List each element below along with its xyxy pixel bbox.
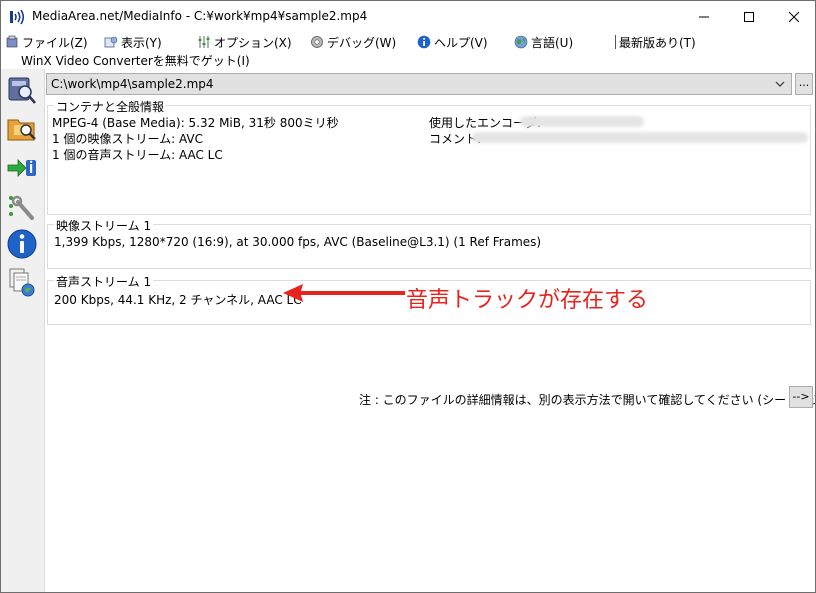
sponsor-link[interactable]: WinX Video Converterを無料でゲット(I) bbox=[21, 52, 250, 69]
video-stream-details: 1,399 Kbps, 1280*720 (16:9), at 30.000 f… bbox=[54, 235, 542, 249]
audio-stream-title: 音声ストリーム 1 bbox=[54, 273, 154, 290]
close-icon bbox=[789, 11, 799, 22]
menu-language[interactable]: 言語(U) bbox=[514, 33, 573, 51]
annotation-label: 音声トラックが存在する bbox=[406, 288, 649, 313]
globe-icon bbox=[514, 35, 528, 49]
open-file-button[interactable] bbox=[5, 73, 39, 107]
browse-button[interactable]: ... bbox=[795, 73, 813, 95]
mediainfo-window: MediaArea.net/MediaInfo - C:¥work¥mp4¥sa… bbox=[0, 0, 816, 593]
open-file-icon bbox=[8, 77, 36, 104]
export-icon bbox=[7, 159, 36, 177]
maximize-button[interactable] bbox=[726, 1, 772, 32]
left-toolbar bbox=[1, 69, 45, 592]
audio-stream-details: 200 Kbps, 44.1 KHz, 2 チャンネル, AAC LC bbox=[54, 293, 302, 307]
title-bar[interactable]: MediaArea.net/MediaInfo - C:¥work¥mp4¥sa… bbox=[1, 1, 815, 32]
wrench-icon bbox=[9, 195, 34, 220]
annotation-arrow-icon bbox=[283, 284, 405, 302]
menu-language-label: 言語(U) bbox=[531, 35, 574, 50]
menu-bar: ファイル(Z) 表示(Y) オプション(X) デバッグ(W) ヘルプ(V) 言語… bbox=[1, 32, 815, 52]
menu-file-label: ファイル(Z) bbox=[22, 35, 88, 50]
comment-value-redacted bbox=[472, 132, 808, 143]
web-update-button[interactable] bbox=[5, 265, 39, 299]
minimize-button[interactable] bbox=[681, 1, 727, 32]
help-icon bbox=[417, 35, 431, 49]
info-icon bbox=[7, 229, 37, 259]
open-folder-icon bbox=[7, 119, 36, 141]
file-icon bbox=[5, 35, 19, 49]
chevron-down-icon bbox=[775, 81, 785, 87]
file-path: C:\work\mp4\sample2.mp4 bbox=[51, 77, 214, 91]
general-video-count-line: 1 個の映像ストリーム: AVC bbox=[52, 132, 203, 146]
close-button[interactable] bbox=[771, 1, 815, 32]
export-button[interactable] bbox=[5, 151, 39, 185]
video-stream-group: 映像ストリーム 1 1,399 Kbps, 1280*720 (16:9), a… bbox=[47, 217, 811, 269]
menu-new-version-label: 最新版あり(T) bbox=[619, 35, 696, 50]
open-folder-button[interactable] bbox=[5, 111, 39, 145]
maximize-icon bbox=[744, 11, 754, 22]
menu-options-label: オプション(X) bbox=[214, 35, 292, 50]
general-info-title: コンテナと全般情報 bbox=[54, 98, 167, 115]
menu-separator bbox=[615, 35, 616, 49]
options-icon bbox=[197, 35, 211, 49]
menu-debug-label: デバッグ(W) bbox=[327, 35, 397, 50]
menu-new-version[interactable]: 最新版あり(T) bbox=[615, 33, 696, 51]
mediainfo-app-icon bbox=[10, 9, 25, 25]
minimize-icon bbox=[699, 16, 709, 17]
window-title: MediaArea.net/MediaInfo - C:¥work¥mp4¥sa… bbox=[32, 9, 368, 23]
general-format-line: MPEG-4 (Base Media): 5.32 MiB, 31秒 800ミリ… bbox=[52, 116, 339, 130]
preferences-button[interactable] bbox=[5, 191, 39, 225]
file-selector[interactable]: C:\work\mp4\sample2.mp4 bbox=[46, 73, 792, 95]
encoder-value-redacted bbox=[520, 116, 644, 127]
menu-view-label: 表示(Y) bbox=[121, 35, 162, 50]
view-icon bbox=[104, 35, 118, 49]
menu-file[interactable]: ファイル(Z) bbox=[5, 33, 88, 51]
general-audio-count-line: 1 個の音声ストリーム: AAC LC bbox=[52, 148, 223, 162]
menu-help-label: ヘルプ(V) bbox=[434, 35, 488, 50]
documents-web-icon bbox=[9, 268, 35, 297]
menu-options[interactable]: オプション(X) bbox=[197, 33, 292, 51]
video-stream-title: 映像ストリーム 1 bbox=[54, 217, 154, 234]
switch-view-button[interactable]: --> bbox=[789, 386, 813, 408]
menu-view[interactable]: 表示(Y) bbox=[104, 33, 162, 51]
menu-debug[interactable]: デバッグ(W) bbox=[310, 33, 396, 51]
debug-icon bbox=[310, 35, 324, 49]
about-button[interactable] bbox=[5, 227, 39, 261]
menu-help[interactable]: ヘルプ(V) bbox=[417, 33, 488, 51]
general-info-group: コンテナと全般情報 MPEG-4 (Base Media): 5.32 MiB,… bbox=[47, 98, 811, 215]
details-note: 注 : このファイルの詳細情報は、別の表示方法で開いて確認してください (シート… bbox=[359, 393, 815, 407]
